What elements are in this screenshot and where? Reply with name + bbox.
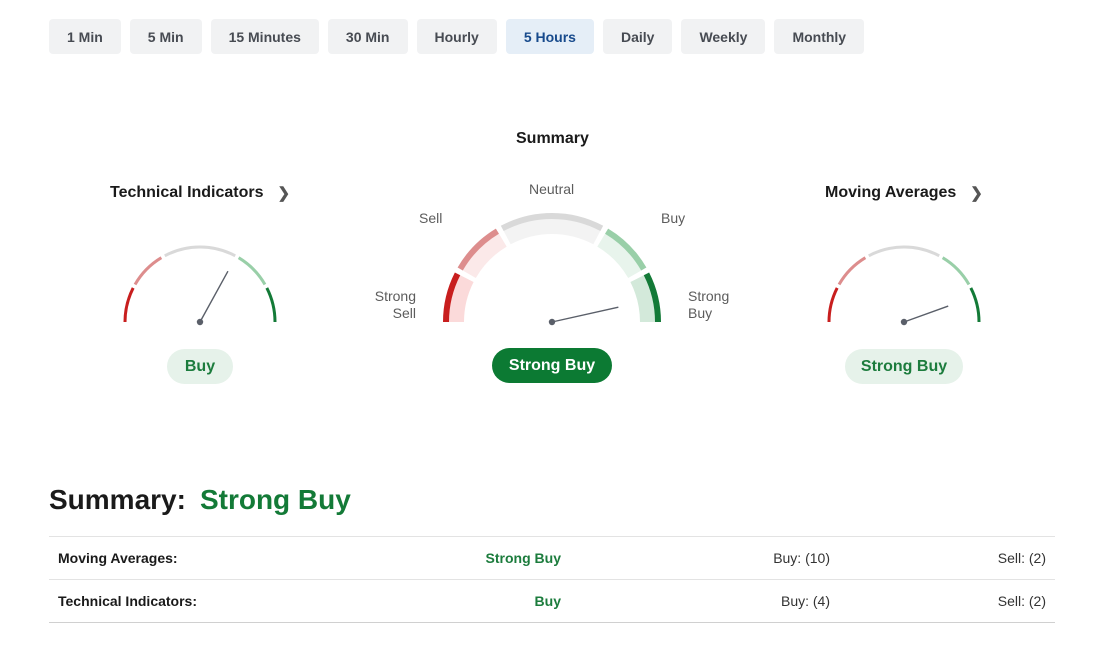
strong-buy-label: Strong Buy <box>688 288 730 321</box>
row-name: Moving Averages: <box>58 550 178 566</box>
row-buy-count: Buy: (4) <box>780 593 830 609</box>
neutral-segment <box>868 245 940 258</box>
strong-sell-segment <box>827 287 839 323</box>
row-signal: Buy <box>534 593 561 609</box>
gauge-needle-pivot <box>900 318 908 326</box>
row-name: Technical Indicators: <box>58 593 197 609</box>
strong-buy-segment <box>969 287 981 323</box>
summary-heading-label: Summary: <box>49 484 186 515</box>
summary-table: Moving Averages: Strong Buy Buy: (10) Se… <box>49 536 1055 623</box>
row-sell-count: Sell: (2) <box>997 550 1046 566</box>
buy-label: Buy <box>661 210 686 226</box>
strong-sell-label: Strong Sell <box>374 288 416 321</box>
moving-averages-result-badge: Strong Buy <box>845 349 963 384</box>
summary-heading-value: Strong Buy <box>199 484 351 515</box>
row-signal: Strong Buy <box>485 550 561 566</box>
summary-result-badge: Strong Buy <box>492 348 612 383</box>
buy-segment <box>941 256 971 286</box>
sell-segment <box>837 256 867 286</box>
summary-heading: Summary: Strong Buy <box>49 484 351 516</box>
technical-result-badge: Buy <box>167 349 233 384</box>
neutral-label: Neutral <box>529 181 575 197</box>
sell-label: Sell <box>419 210 443 226</box>
row-buy-count: Buy: (10) <box>773 550 830 566</box>
table-row: Technical Indicators: Buy Buy: (4) Sell:… <box>49 579 1055 623</box>
gauge-needle <box>903 305 949 323</box>
table-row: Moving Averages: Strong Buy Buy: (10) Se… <box>49 536 1055 580</box>
row-sell-count: Sell: (2) <box>997 593 1046 609</box>
